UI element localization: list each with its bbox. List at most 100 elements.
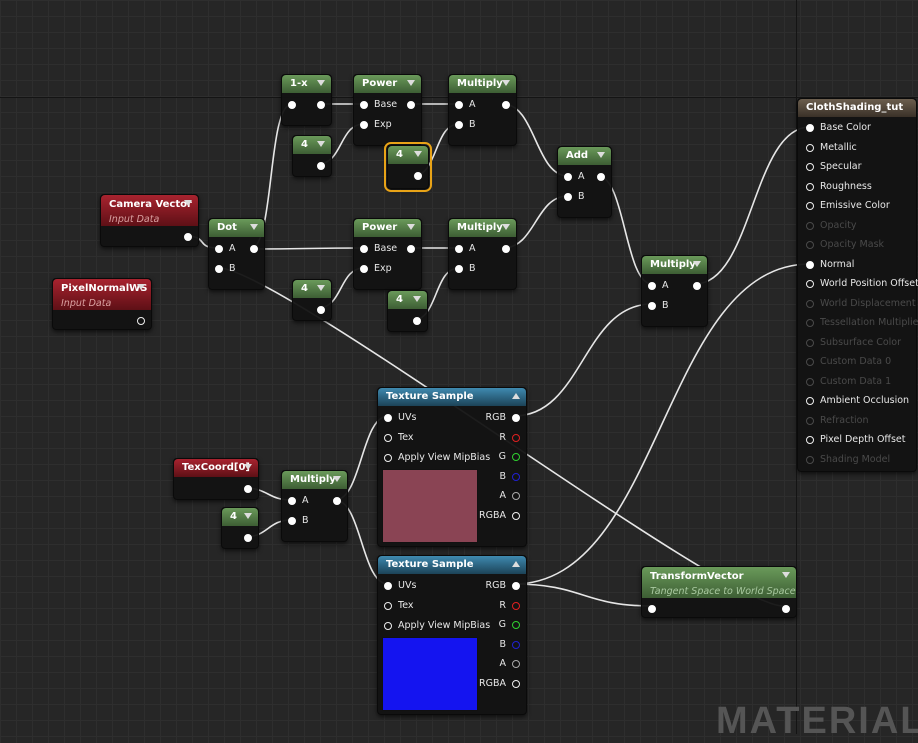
input-pin[interactable] (806, 202, 814, 210)
camera-node[interactable]: Camera Vector Input Data (100, 194, 199, 247)
const3-output[interactable] (315, 302, 325, 318)
power1-node[interactable]: Power Base Exp (353, 74, 422, 146)
input-pin[interactable] (564, 193, 572, 201)
tex2-node[interactable]: Texture Sample UVs Tex Apply View MipBias RG… (377, 555, 527, 715)
material-pin-specular[interactable]: Specular (806, 159, 862, 175)
input-pin[interactable] (360, 245, 368, 253)
camera-output[interactable] (182, 229, 192, 245)
dropdown-arrow-icon[interactable] (502, 80, 510, 86)
material-pin-world-position-offset[interactable]: World Position Offset (806, 276, 918, 292)
node-header[interactable]: Multiply (449, 75, 516, 93)
tex2-input-tex[interactable]: Tex (384, 598, 414, 614)
output-pin[interactable] (597, 173, 605, 181)
tex2-output-a[interactable]: A (500, 656, 520, 672)
power2-input-base[interactable]: Base (360, 241, 397, 257)
node-header[interactable]: 1-x (282, 75, 331, 93)
const3-node[interactable]: 4 (292, 279, 332, 321)
oneminus-node[interactable]: 1-x (281, 74, 332, 126)
mult4-output[interactable] (331, 493, 341, 509)
mult4-input-a[interactable]: A (288, 493, 309, 509)
mult4-node[interactable]: Multiply A B (281, 470, 348, 542)
node-header[interactable]: 4 (388, 146, 428, 164)
texcoord-output[interactable] (242, 481, 252, 497)
dot-node[interactable]: Dot A B (208, 218, 265, 290)
input-pin[interactable] (360, 121, 368, 129)
power1-input-base[interactable]: Base (360, 97, 397, 113)
mult1-output[interactable] (500, 97, 510, 113)
input-pin[interactable] (455, 245, 463, 253)
node-header[interactable]: Add (558, 147, 611, 165)
const1-node[interactable]: 4 (292, 135, 332, 177)
dot-input-a[interactable]: A (215, 241, 236, 257)
material-output-node[interactable]: ClothShading_tut Base Color Metallic Specul… (797, 98, 918, 472)
output-pin[interactable] (502, 101, 510, 109)
output-pin[interactable] (317, 162, 325, 170)
power2-input-exp[interactable]: Exp (360, 261, 392, 277)
output-pin[interactable] (317, 101, 325, 109)
output-pin[interactable] (782, 605, 790, 613)
dot-input-b[interactable]: B (215, 261, 236, 277)
material-pin-normal[interactable]: Normal (806, 257, 854, 273)
input-pin[interactable] (384, 414, 392, 422)
input-pin[interactable] (384, 454, 392, 462)
tex1-output-a[interactable]: A (500, 488, 520, 504)
dropdown-arrow-icon[interactable] (782, 572, 790, 578)
pixelnormal-output[interactable] (135, 313, 145, 329)
node-header[interactable]: 4 (222, 508, 258, 526)
input-pin[interactable] (806, 143, 814, 152)
const1-output[interactable] (315, 158, 325, 174)
node-header[interactable]: PixelNormalWS Input Data (53, 279, 151, 310)
material-pin-roughness[interactable]: Roughness (806, 179, 872, 195)
input-pin[interactable] (648, 302, 656, 310)
material-pin-metallic[interactable]: Metallic (806, 140, 857, 156)
node-header[interactable]: Texture Sample (378, 556, 526, 574)
tex1-node[interactable]: Texture Sample UVs Tex Apply View MipBias RG… (377, 387, 527, 547)
mult2-node[interactable]: Multiply A B (448, 218, 517, 290)
dropdown-arrow-icon[interactable] (333, 476, 341, 482)
mult1-node[interactable]: Multiply A B (448, 74, 517, 146)
input-pin[interactable] (648, 282, 656, 290)
tex1-output-rgb[interactable]: RGB (486, 410, 520, 426)
output-pin[interactable] (512, 433, 520, 442)
mult1-input-b[interactable]: B (455, 117, 476, 133)
power2-node[interactable]: Power Base Exp (353, 218, 422, 290)
dropdown-arrow-icon[interactable] (407, 224, 415, 230)
input-pin[interactable] (806, 124, 814, 132)
tex1-input-uvs[interactable]: UVs (384, 410, 416, 426)
mult3-node[interactable]: Multiply A B (641, 255, 708, 327)
mult3-output[interactable] (691, 278, 701, 294)
node-header[interactable]: Multiply (282, 471, 347, 489)
node-header[interactable]: TexCoord[0] (174, 459, 258, 477)
dropdown-arrow-icon[interactable] (317, 141, 325, 147)
output-pin[interactable] (184, 233, 192, 241)
material-pin-ambient-occlusion[interactable]: Ambient Occlusion (806, 393, 909, 409)
tex2-output-rgba[interactable]: RGBA (479, 676, 520, 692)
output-pin[interactable] (413, 317, 421, 325)
mult2-input-a[interactable]: A (455, 241, 476, 257)
input-pin[interactable] (648, 605, 656, 613)
collapse-arrow-icon[interactable] (512, 561, 520, 567)
tex1-output-b[interactable]: B (499, 469, 520, 485)
node-header[interactable]: 4 (293, 280, 331, 298)
node-header[interactable]: Power (354, 219, 421, 237)
node-header[interactable]: Power (354, 75, 421, 93)
input-pin[interactable] (455, 265, 463, 273)
input-pin[interactable] (384, 622, 392, 630)
tex2-output-r[interactable]: R (499, 598, 520, 614)
output-pin[interactable] (512, 582, 520, 590)
tex2-output-b[interactable]: B (499, 637, 520, 653)
node-header[interactable]: Texture Sample (378, 388, 526, 406)
texcoord-node[interactable]: TexCoord[0] (173, 458, 259, 500)
output-pin[interactable] (512, 601, 520, 610)
transform-node[interactable]: TransformVector Tangent Space to World Sp… (641, 566, 797, 618)
tex2-output-g[interactable]: G (499, 617, 520, 633)
input-pin[interactable] (215, 265, 223, 273)
input-pin[interactable] (455, 101, 463, 109)
mult1-input-a[interactable]: A (455, 97, 476, 113)
tex1-output-rgba[interactable]: RGBA (479, 508, 520, 524)
dropdown-arrow-icon[interactable] (184, 200, 192, 206)
const4-output[interactable] (411, 313, 421, 329)
output-pin[interactable] (512, 472, 520, 481)
dropdown-arrow-icon[interactable] (244, 513, 252, 519)
output-pin[interactable] (512, 680, 520, 688)
